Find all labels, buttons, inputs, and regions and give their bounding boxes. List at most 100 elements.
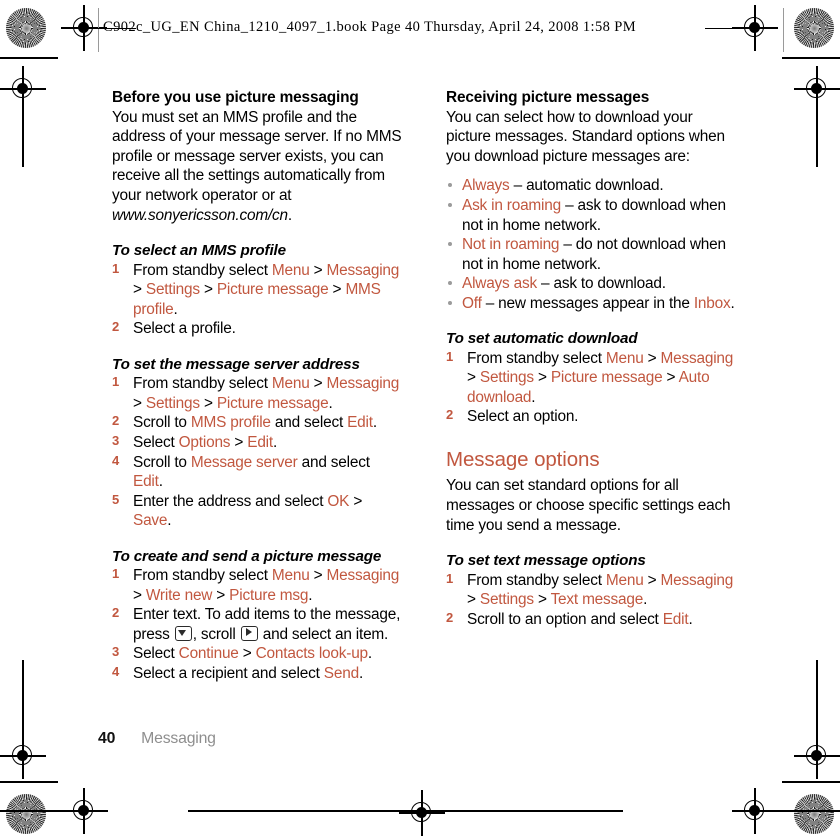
text-run: > <box>199 281 217 299</box>
text-run: Select a profile. <box>133 320 236 338</box>
ui-path-term: Always <box>462 177 510 195</box>
procedure-step: 1 From standby select Menu > Messaging > … <box>112 261 402 320</box>
procedure-step: 1 From standby select Menu > Messaging > … <box>112 374 402 413</box>
step-number: 1 <box>446 348 454 364</box>
text-run: . <box>272 433 278 451</box>
step-number: 3 <box>112 644 120 660</box>
text-run: – ask to download. <box>536 275 666 293</box>
text-run: > <box>230 433 248 451</box>
step-number: 1 <box>112 374 120 390</box>
website-url: www.sonyericsson.com/cn <box>112 206 288 224</box>
text-run: > <box>309 567 327 585</box>
step-text: From standby select Menu > Messaging > S… <box>133 375 399 412</box>
procedure-step: 2 Scroll to MMS profile and select Edit. <box>112 413 402 433</box>
step-text: From standby select Menu > Messaging > S… <box>467 572 733 609</box>
text-run: From standby select <box>467 571 606 589</box>
step-text: From standby select Menu > Messaging > S… <box>467 350 733 406</box>
step-text: Scroll to MMS profile and select Edit. <box>133 414 377 431</box>
bullet-icon <box>448 281 452 286</box>
text-run: . <box>372 414 377 432</box>
procedure-step: 3 Select Continue > Contacts look-up. <box>112 644 402 664</box>
list-item: Always – automatic download. <box>446 176 736 196</box>
ui-path-term: Always ask <box>462 275 537 293</box>
text-run: From standby select <box>133 567 272 585</box>
text-run: > <box>133 281 146 299</box>
list-item-text: Always ask – ask to download. <box>462 275 666 292</box>
procedure-step: 1 From standby select Menu > Messaging > … <box>446 571 736 610</box>
step-number: 1 <box>112 566 120 582</box>
text-run: . <box>328 394 333 412</box>
procedure-title: To set text message options <box>446 552 646 570</box>
procedure-steps: 1 From standby select Menu > Messaging > … <box>112 374 402 531</box>
procedure-step: 1 From standby select Menu > Messaging > … <box>446 349 736 408</box>
ui-path-term: Picture message <box>216 281 329 299</box>
procedure-set-message-server-address: To set the message server address 1 From … <box>112 355 402 531</box>
ui-path-term: Off <box>462 294 482 312</box>
step-text: Enter the address and select OK > Save. <box>133 493 362 530</box>
bullet-icon <box>448 183 452 188</box>
ui-path-term: Menu <box>271 567 310 585</box>
text-run: Scroll to <box>133 414 191 432</box>
ui-path-term: Inbox <box>693 294 731 312</box>
ui-path-term: Settings <box>145 394 200 412</box>
navigation-key-right-icon <box>240 625 258 641</box>
text-run: . <box>158 473 163 491</box>
ui-path-term: Settings <box>145 281 200 299</box>
page-footer: 40 Messaging <box>98 730 216 748</box>
text-run: You must set an MMS profile and the addr… <box>112 108 402 204</box>
list-item-text: Off – new messages appear in the Inbox. <box>462 295 735 312</box>
text-run: > <box>328 281 346 299</box>
text-run: > <box>533 369 551 387</box>
procedure-step: 2 Enter text. To add items to the message… <box>112 605 402 644</box>
text-run: > <box>309 375 327 393</box>
ui-path-term: Message server <box>190 453 298 471</box>
procedure-steps: 1 From standby select Menu > Messaging > … <box>446 571 736 630</box>
text-run: . <box>367 645 372 663</box>
text-run: . <box>531 388 536 406</box>
ui-path-term: Edit <box>133 473 159 491</box>
procedure-title: To select an MMS profile <box>112 242 286 260</box>
text-run: > <box>467 369 480 387</box>
ui-path-term: MMS profile <box>190 414 271 432</box>
text-run: and select an item. <box>258 625 389 643</box>
ui-path-term: Menu <box>605 349 644 367</box>
left-column: Before you use picture messaging You mus… <box>112 88 402 684</box>
ui-path-term: Settings <box>479 591 534 609</box>
ui-path-term: Menu <box>605 571 644 589</box>
ui-path-term: Messaging <box>660 571 734 589</box>
ui-path-term: Edit <box>347 414 373 432</box>
procedure-step: 2 Scroll to an option and select Edit. <box>446 610 736 630</box>
bullet-icon <box>448 202 452 207</box>
text-run: Select an option. <box>467 408 579 426</box>
text-run: Select <box>133 433 179 451</box>
step-number: 5 <box>112 491 120 507</box>
list-item-text: Ask in roaming – ask to download when no… <box>462 197 726 234</box>
procedure-set-automatic-download: To set automatic download 1 From standby … <box>446 329 736 427</box>
procedure-step: 2 Select a profile. <box>112 319 402 339</box>
ui-path-term: Text message <box>550 591 644 609</box>
left-column-heading: Before you use picture messaging <box>112 89 359 106</box>
procedure-steps: 1 From standby select Menu > Messaging > … <box>112 566 402 683</box>
text-run: > <box>199 394 217 412</box>
text-run: . <box>167 512 172 530</box>
text-run: – automatic download. <box>509 177 664 195</box>
step-number: 4 <box>112 452 120 468</box>
text-run: From standby select <box>467 349 606 367</box>
procedure-title: To create and send a picture message <box>112 547 382 565</box>
step-text: Enter text. To add items to the message,… <box>133 606 400 643</box>
step-text: Scroll to an option and select Edit. <box>467 611 693 628</box>
list-item-text: Not in roaming – do not download when no… <box>462 236 726 273</box>
receiving-picture-messages-intro: You can select how to download your pict… <box>446 108 725 165</box>
text-run: Scroll to <box>133 453 191 471</box>
procedure-step: 1 From standby select Menu > Messaging > … <box>112 566 402 605</box>
step-text: Scroll to Message server and select Edit… <box>133 454 370 491</box>
ui-path-term: Ask in roaming <box>462 196 561 214</box>
text-run: > <box>309 261 327 279</box>
text-run: Scroll to an option and select <box>467 610 663 628</box>
step-number: 2 <box>446 407 454 423</box>
ui-path-term: Send <box>323 665 359 683</box>
step-number: 1 <box>446 570 454 586</box>
ui-path-term: Continue <box>178 645 239 663</box>
ui-path-term: Save <box>133 512 168 530</box>
step-text: Select a profile. <box>133 320 236 337</box>
